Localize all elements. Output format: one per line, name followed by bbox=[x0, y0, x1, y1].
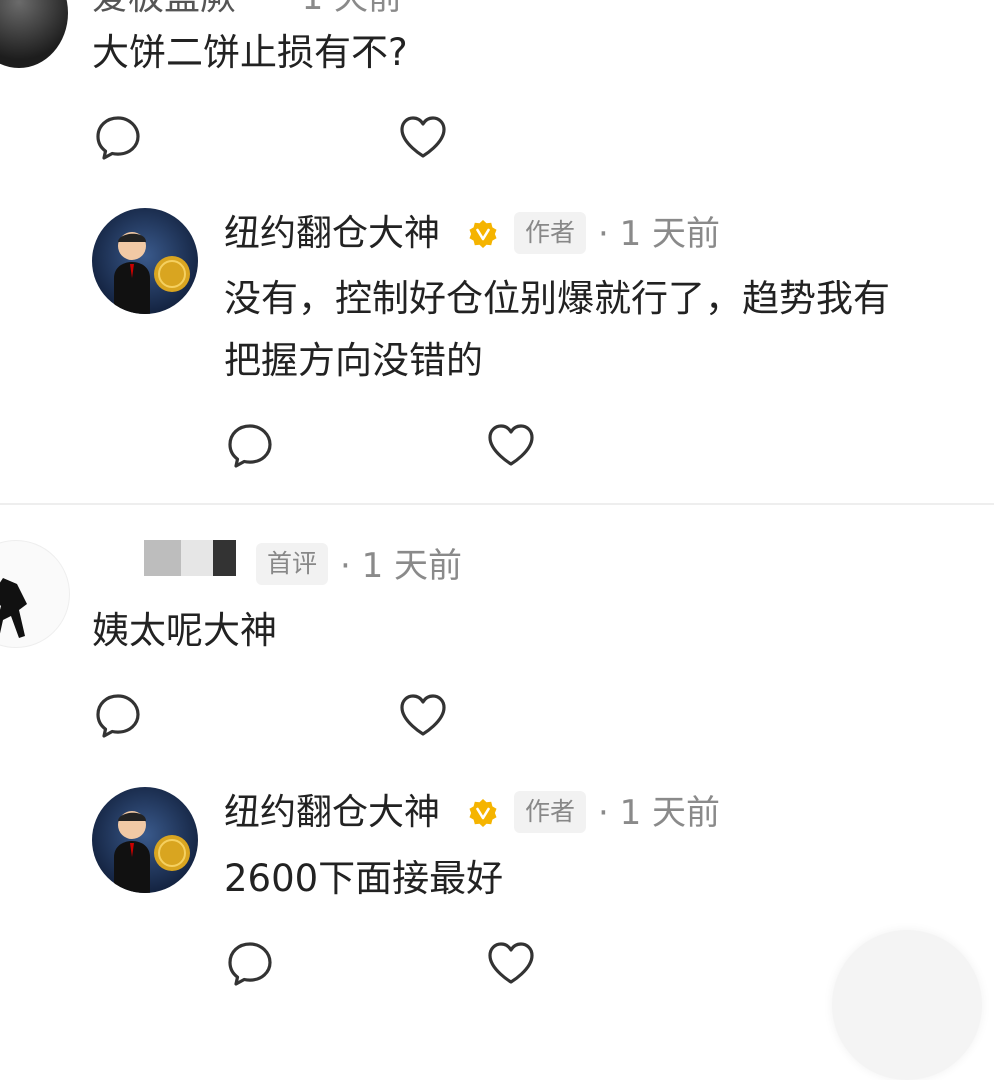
author-badge: 作者 bbox=[514, 791, 587, 833]
verified-v-icon bbox=[469, 220, 497, 248]
horse-silhouette-image bbox=[0, 578, 27, 638]
first-comment-badge: 首评 bbox=[256, 543, 329, 585]
redacted-username bbox=[144, 540, 236, 576]
comment-bubble-icon[interactable] bbox=[94, 692, 142, 740]
reply-2-username[interactable]: 纽约翻仓大神 bbox=[224, 793, 440, 833]
comment-bubble-icon[interactable] bbox=[226, 940, 274, 988]
reply-2-time: · 1 天前 bbox=[598, 793, 721, 833]
comment-bubble-icon[interactable] bbox=[94, 114, 142, 162]
author-avatar-image bbox=[114, 232, 190, 314]
comment-1-time: · 1 天前 bbox=[280, 0, 402, 18]
floating-action-button[interactable] bbox=[832, 930, 982, 1080]
reply-1-time: · 1 天前 bbox=[598, 214, 721, 254]
heart-icon[interactable] bbox=[398, 114, 448, 160]
reply-2-text: 2600下面接最好 bbox=[224, 857, 504, 900]
heart-icon[interactable] bbox=[486, 940, 536, 986]
avatar-author[interactable] bbox=[92, 208, 198, 314]
avatar-commenter-2[interactable] bbox=[0, 540, 70, 648]
author-badge: 作者 bbox=[514, 212, 587, 254]
author-avatar-image bbox=[114, 811, 190, 893]
verified-v-icon bbox=[469, 799, 497, 827]
comment-2-text: 姨太呢大神 bbox=[92, 609, 277, 652]
reply-1-text-line2: 把握方向没错的 bbox=[224, 339, 483, 382]
heart-icon[interactable] bbox=[398, 692, 448, 738]
comment-divider bbox=[0, 503, 994, 505]
reply-1-text-line1: 没有，控制好仓位别爆就行了，趋势我有 bbox=[224, 277, 890, 320]
comment-2-time: · 1 天前 bbox=[340, 546, 463, 586]
heart-icon[interactable] bbox=[486, 422, 536, 468]
avatar-author[interactable] bbox=[92, 787, 198, 893]
comment-1-text: 大饼二饼止损有不? bbox=[92, 31, 408, 74]
avatar-commenter-1[interactable] bbox=[0, 0, 68, 68]
reply-1-username[interactable]: 纽约翻仓大神 bbox=[224, 214, 440, 254]
comment-bubble-icon[interactable] bbox=[226, 422, 274, 470]
comment-1-username[interactable]: 爱板蓝厥 bbox=[92, 0, 236, 18]
